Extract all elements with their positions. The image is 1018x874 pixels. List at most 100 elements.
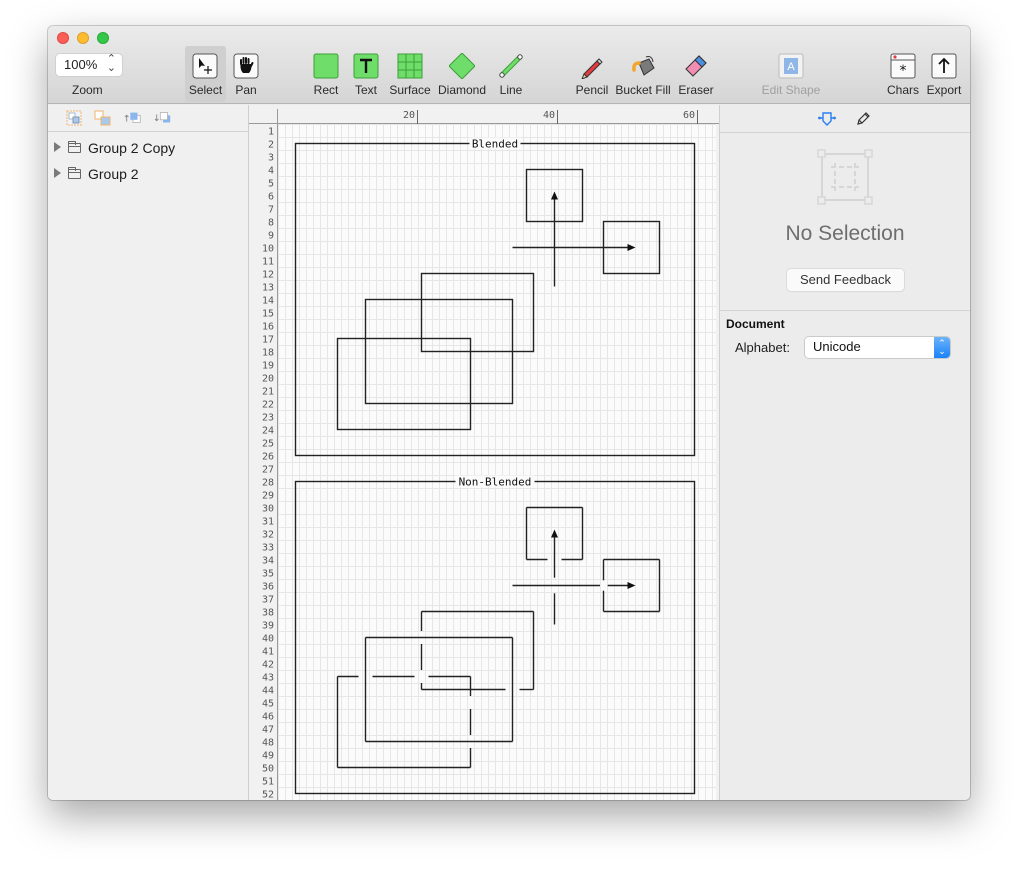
close-window-button[interactable] bbox=[57, 32, 69, 44]
row-number-label: 13 bbox=[262, 283, 274, 294]
pencil-tool-button[interactable]: Pencil bbox=[575, 46, 609, 102]
bucket-fill-tool-label: Bucket Fill bbox=[615, 83, 671, 97]
edit-shape-tool-button[interactable]: A Edit Shape bbox=[762, 46, 820, 102]
export-label: Export bbox=[926, 83, 962, 97]
shape-inspector-icon[interactable] bbox=[818, 111, 836, 127]
pencil-icon bbox=[581, 58, 603, 79]
surface-tool-button[interactable]: Surface bbox=[389, 46, 431, 102]
pencil-tool-label: Pencil bbox=[575, 83, 609, 97]
no-selection-title: No Selection bbox=[785, 222, 905, 245]
row-number-label: 22 bbox=[262, 400, 274, 411]
row-number-label: 17 bbox=[262, 335, 274, 346]
alphabet-select[interactable]: Unicode ⌃ ⌄ bbox=[805, 337, 950, 358]
ungroup-icon[interactable] bbox=[94, 110, 112, 126]
row-number-label: 39 bbox=[262, 621, 274, 632]
row-number-label: 15 bbox=[262, 309, 274, 320]
row-number-label: 29 bbox=[262, 491, 274, 502]
send-feedback-button[interactable]: Send Feedback bbox=[787, 269, 904, 291]
rect-icon bbox=[313, 53, 339, 79]
row-number-label: 47 bbox=[262, 725, 274, 736]
row-number-label: 42 bbox=[262, 660, 274, 671]
minimize-window-button[interactable] bbox=[77, 32, 89, 44]
row-number-label: 14 bbox=[262, 296, 274, 307]
row-number-label: 16 bbox=[262, 322, 274, 333]
maximize-window-button[interactable] bbox=[97, 32, 109, 44]
line-tool-label: Line bbox=[499, 83, 523, 97]
group-icon[interactable] bbox=[65, 110, 83, 126]
row-number-label: 49 bbox=[262, 751, 274, 762]
eraser-tool-label: Eraser bbox=[678, 83, 714, 97]
row-number-label: 3 bbox=[268, 153, 274, 164]
disclosure-triangle-icon[interactable] bbox=[54, 142, 61, 152]
eraser-tool-button[interactable]: Eraser bbox=[678, 46, 714, 102]
layers-sidebar: Group 2 Copy Group 2 bbox=[48, 105, 249, 800]
bring-forward-icon[interactable] bbox=[124, 110, 142, 126]
layer-group-2[interactable]: Group 2 bbox=[48, 162, 248, 188]
row-number-label: 40 bbox=[262, 634, 274, 645]
rect-tool-button[interactable]: Rect bbox=[312, 46, 340, 102]
row-number-label: 9 bbox=[268, 231, 274, 242]
row-number-label: 18 bbox=[262, 348, 274, 359]
text-icon bbox=[353, 53, 379, 79]
row-number-label: 10 bbox=[262, 244, 274, 255]
row-number-label: 45 bbox=[262, 699, 274, 710]
zoom-label: Zoom bbox=[72, 83, 103, 97]
row-number-label: 33 bbox=[262, 543, 274, 554]
frame-title: Blended bbox=[472, 138, 518, 151]
app-window: 100% ⌃ ⌄ Zoom Select Pan Rect Text Surfa… bbox=[48, 26, 970, 800]
text-tool-button[interactable]: Text bbox=[352, 46, 380, 102]
canvas-svg[interactable]: 20 40 601234567891011121314151617181920212… bbox=[249, 105, 719, 800]
select-arrow-icon bbox=[192, 53, 218, 79]
divider bbox=[720, 310, 970, 311]
style-pencil-icon[interactable] bbox=[855, 111, 871, 127]
alphabet-value: Unicode bbox=[813, 339, 861, 354]
select-tool-label: Select bbox=[188, 83, 223, 97]
diamond-tool-label: Diamond bbox=[437, 83, 487, 97]
bucket-fill-tool-button[interactable]: Bucket Fill bbox=[615, 46, 671, 102]
row-number-label: 8 bbox=[268, 218, 274, 229]
alphabet-label: Alphabet: bbox=[735, 340, 790, 355]
chevron-updown-icon: ⌃ ⌄ bbox=[106, 53, 116, 74]
layer-name: Group 2 Copy bbox=[88, 140, 176, 156]
row-number-label: 7 bbox=[268, 205, 274, 216]
pan-tool-button[interactable]: Pan bbox=[232, 46, 260, 102]
row-number-label: 12 bbox=[262, 270, 274, 281]
ruler-tick-label: 20 bbox=[403, 110, 415, 121]
zoom-select[interactable]: 100% ⌃ ⌄ bbox=[56, 54, 122, 76]
row-number-label: 48 bbox=[262, 738, 274, 749]
inspector-tabs bbox=[720, 105, 970, 133]
row-number-label: 11 bbox=[262, 257, 274, 268]
send-backward-icon[interactable] bbox=[154, 110, 172, 126]
row-number-label: 46 bbox=[262, 712, 274, 723]
diamond-icon bbox=[449, 53, 475, 79]
row-number-label: 31 bbox=[262, 517, 274, 528]
chars-label: Chars bbox=[887, 83, 920, 97]
drawing-canvas[interactable]: 20 40 60 1 2 3 4 5 6 7 8 9 10 11 12 13 14 15 16 17 18 19 20 21 2… bbox=[249, 105, 719, 800]
toolbar: 100% ⌃ ⌄ Zoom Select Pan Rect Text Surfa… bbox=[48, 26, 970, 104]
export-button[interactable]: Export bbox=[927, 46, 961, 102]
row-number-label: 30 bbox=[262, 504, 274, 515]
row-number-label: 51 bbox=[262, 777, 274, 788]
svg-text:A: A bbox=[787, 61, 795, 73]
row-number-label: 36 bbox=[262, 582, 274, 593]
row-number-label: 26 bbox=[262, 452, 274, 463]
row-number-label: 23 bbox=[262, 413, 274, 424]
pan-tool-label: Pan bbox=[235, 83, 257, 97]
document-section-title: Document bbox=[726, 317, 785, 331]
sidebar-toolbar bbox=[48, 105, 248, 132]
svg-text:*: * bbox=[900, 63, 907, 79]
line-tool-button[interactable]: Line bbox=[497, 46, 525, 102]
diamond-tool-button[interactable]: Diamond bbox=[438, 46, 486, 102]
row-number-label: 41 bbox=[262, 647, 274, 658]
no-selection-placeholder-icon bbox=[817, 149, 873, 205]
edit-shape-tool-label: Edit Shape bbox=[761, 83, 821, 97]
select-tool-button[interactable]: Select bbox=[185, 46, 226, 102]
zoom-value: 100% bbox=[64, 57, 98, 72]
row-number-label: 43 bbox=[262, 673, 274, 684]
chars-button[interactable]: * Chars bbox=[887, 46, 920, 102]
row-number-label: 2 bbox=[268, 140, 274, 151]
layer-group-2-copy[interactable]: Group 2 Copy bbox=[48, 136, 248, 162]
disclosure-triangle-icon[interactable] bbox=[54, 168, 61, 178]
text-tool-label: Text bbox=[354, 83, 377, 97]
row-number-label: 24 bbox=[262, 426, 274, 437]
